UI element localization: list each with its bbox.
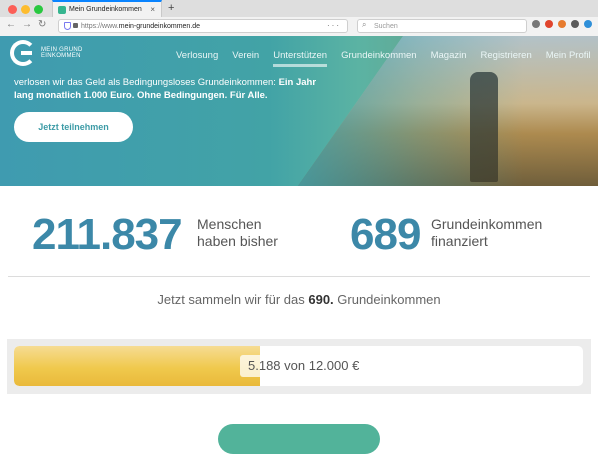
search-icon: ⌕ — [362, 20, 367, 29]
section-divider — [8, 276, 590, 277]
nav-item-registrieren[interactable]: Registrieren — [481, 50, 532, 61]
collect-suffix: Grundeinkommen — [333, 292, 441, 307]
funding-progress-bar: 5.188 von 12.000 € — [14, 346, 583, 386]
adblock-icon[interactable] — [545, 20, 553, 28]
page-actions-icon[interactable]: ··· — [327, 21, 341, 30]
library-icon[interactable] — [532, 20, 540, 28]
logo-g-bar — [21, 51, 32, 55]
nav-item-grundeinkommen[interactable]: Grundeinkommen — [341, 50, 417, 61]
forward-arrow-icon[interactable]: → — [22, 19, 32, 30]
close-window-button[interactable] — [8, 5, 17, 14]
site-header: MEIN GRUND EINKOMMEN Verlosung Verein Un… — [0, 36, 598, 76]
nav-item-unterstuetzen[interactable]: Unterstützen — [273, 50, 327, 67]
collect-prefix: Jetzt sammeln wir für das — [157, 292, 309, 307]
nav-item-verein[interactable]: Verein — [232, 50, 259, 61]
toolbar-extensions: ≡ — [532, 20, 598, 28]
nav-item-magazin[interactable]: Magazin — [431, 50, 467, 61]
browser-chrome: Mein Grundeinkommen × + ← → ↻ https://ww… — [0, 0, 598, 36]
tracking-shield-icon[interactable] — [64, 22, 71, 30]
browser-toolbar: ← → ↻ https://www. mein-grundeinkommen.de… — [0, 17, 598, 36]
collect-heading: Jetzt sammeln wir für das 690. Grundeink… — [0, 292, 598, 307]
people-count: 211.837 — [32, 210, 183, 259]
search-placeholder: Suchen — [374, 22, 398, 30]
stats-section: 211.837 Menschen haben bisher 689 Grunde… — [0, 186, 598, 276]
people-label-line-1: Menschen — [197, 216, 262, 232]
tab-close-icon[interactable]: × — [150, 5, 155, 14]
person-silhouette-image — [470, 72, 498, 182]
people-label: Menschen haben bisher — [197, 216, 278, 250]
funded-label-line-1: Grundeinkommen — [431, 216, 543, 232]
extension-icon[interactable] — [558, 20, 566, 28]
extension-icon[interactable] — [584, 20, 592, 28]
main-navigation: Verlosung Verein Unterstützen Grundeinko… — [176, 50, 591, 67]
extension-icon[interactable] — [571, 20, 579, 28]
site-favicon-icon — [58, 6, 66, 14]
url-prefix: https://www. — [81, 22, 119, 30]
funded-label: Grundeinkommen finanziert — [431, 216, 542, 250]
logo-text: MEIN GRUND EINKOMMEN — [41, 47, 83, 59]
funding-progress-panel: 5.188 von 12.000 € — [7, 339, 591, 394]
back-arrow-icon[interactable]: ← — [6, 19, 16, 30]
tab-mein-grundeinkommen[interactable]: Mein Grundeinkommen × — [52, 0, 162, 17]
nav-item-mein-profil[interactable]: Mein Profil — [546, 50, 591, 61]
reload-icon[interactable]: ↻ — [38, 19, 46, 30]
new-tab-button[interactable]: + — [168, 2, 174, 14]
minimize-window-button[interactable] — [21, 5, 30, 14]
logo-line-2: EINKOMMEN — [41, 53, 81, 59]
collect-number: 690. — [308, 292, 334, 307]
funded-label-line-2: finanziert — [431, 233, 488, 249]
tab-title: Mein Grundeinkommen — [69, 6, 142, 13]
donate-button[interactable] — [218, 424, 380, 454]
site-logo[interactable]: MEIN GRUND EINKOMMEN — [10, 40, 88, 66]
funded-count: 689 — [350, 210, 421, 259]
hero-text-regular: verlosen wir das Geld als Bedingungslose… — [14, 77, 279, 88]
funding-progress-label: 5.188 von 12.000 € — [240, 355, 368, 377]
address-bar[interactable]: https://www. mein-grundeinkommen.de ··· — [58, 19, 348, 33]
hero-text: verlosen wir das Geld als Bedingungslose… — [14, 76, 324, 102]
url-domain: mein-grundeinkommen.de — [118, 22, 201, 30]
search-input[interactable]: ⌕ Suchen — [357, 19, 527, 33]
participate-button[interactable]: Jetzt teilnehmen — [14, 112, 133, 142]
funding-progress-fill — [14, 346, 260, 386]
people-label-line-2: haben bisher — [197, 233, 278, 249]
nav-item-verlosung[interactable]: Verlosung — [176, 50, 218, 61]
maximize-window-button[interactable] — [34, 5, 43, 14]
lock-icon[interactable] — [73, 23, 78, 28]
